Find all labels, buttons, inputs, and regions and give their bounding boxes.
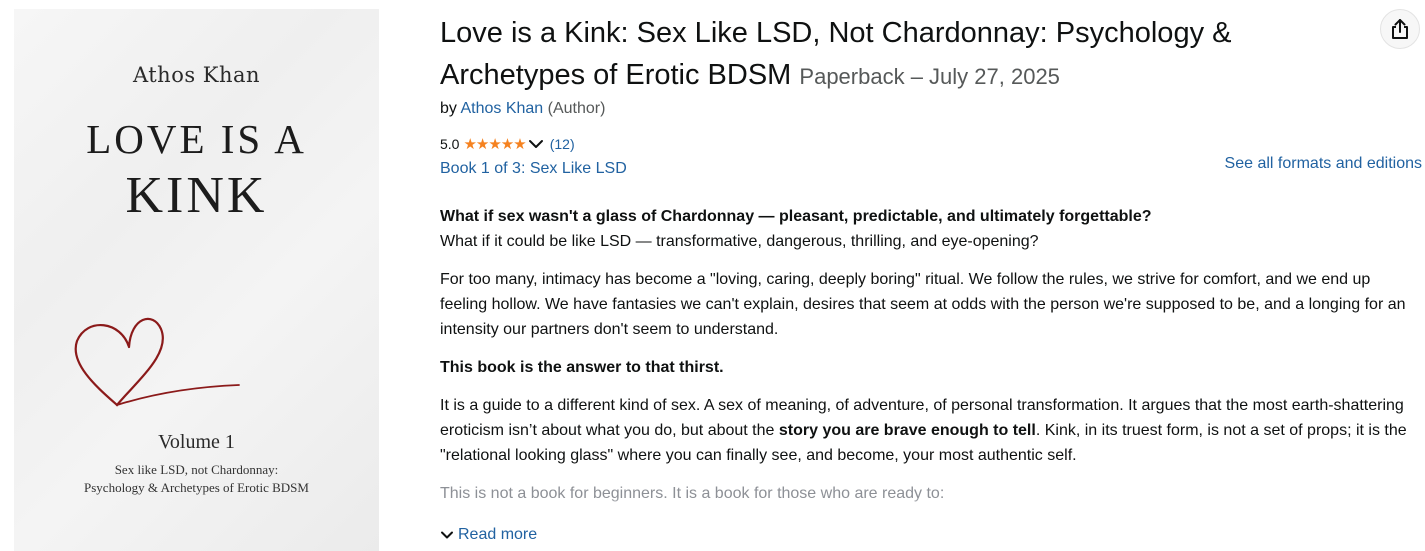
cover-subtitle-line1: Sex like LSD, not Chardonnay: (114, 462, 279, 477)
cover-author: Athos Khan (132, 63, 261, 87)
description-p4-bold: story you are brave enough to tell (778, 422, 1036, 439)
cover-subtitle: Sex like LSD, not Chardonnay: Psychology… (14, 461, 379, 497)
cover-title-line1: LOVE IS A (86, 116, 307, 162)
description-fade (440, 498, 1415, 524)
book-description: What if sex wasn't a glass of Chardonnay… (440, 204, 1415, 519)
rating-row: 5.0 ★★★★★ (12) (440, 135, 575, 153)
description-question-1: What if sex wasn't a glass of Chardonnay… (440, 208, 1152, 225)
description-question-2: What if it could be like LSD — transform… (440, 233, 1039, 250)
chevron-down-icon (441, 531, 453, 539)
star-rating-icon[interactable]: ★★★★★ (463, 135, 526, 153)
cover-subtitle-line2: Psychology & Archetypes of Erotic BDSM (84, 480, 309, 495)
author-role: (Author) (547, 100, 606, 117)
description-thirst: This book is the answer to that thirst. (440, 359, 724, 376)
read-more-link[interactable]: Read more (440, 526, 537, 544)
series-link[interactable]: Book 1 of 3: Sex Like LSD (440, 160, 627, 178)
description-paragraph-3: This book is the answer to that thirst. (440, 355, 1415, 380)
cover-title-line2: KINK (125, 167, 268, 224)
product-binding-date: Paperback – July 27, 2025 (799, 64, 1060, 89)
rating-count-link[interactable]: (12) (550, 136, 575, 152)
read-more-label: Read more (458, 526, 538, 543)
description-paragraph-2: For too many, intimacy has become a "lov… (440, 271, 1406, 338)
byline-prefix: by (440, 100, 457, 117)
share-button[interactable] (1380, 9, 1420, 49)
author-link[interactable]: Athos Khan (460, 100, 543, 117)
heart-illustration (74, 317, 240, 407)
cover-volume: Volume 1 (158, 431, 235, 453)
description-paragraph-4: It is a guide to a different kind of sex… (440, 393, 1415, 468)
book-cover-image[interactable]: Athos Khan LOVE IS A KINK Volume 1 Sex l… (14, 9, 379, 551)
byline: by Athos Khan (Author) (440, 100, 605, 118)
share-icon (1392, 19, 1408, 39)
chevron-down-icon[interactable] (528, 138, 544, 150)
rating-value: 5.0 (440, 136, 460, 152)
see-all-formats-link[interactable]: See all formats and editions (1225, 155, 1422, 173)
product-title: Love is a Kink: Sex Like LSD, Not Chardo… (440, 12, 1360, 98)
description-intro: What if sex wasn't a glass of Chardonnay… (440, 204, 1415, 254)
